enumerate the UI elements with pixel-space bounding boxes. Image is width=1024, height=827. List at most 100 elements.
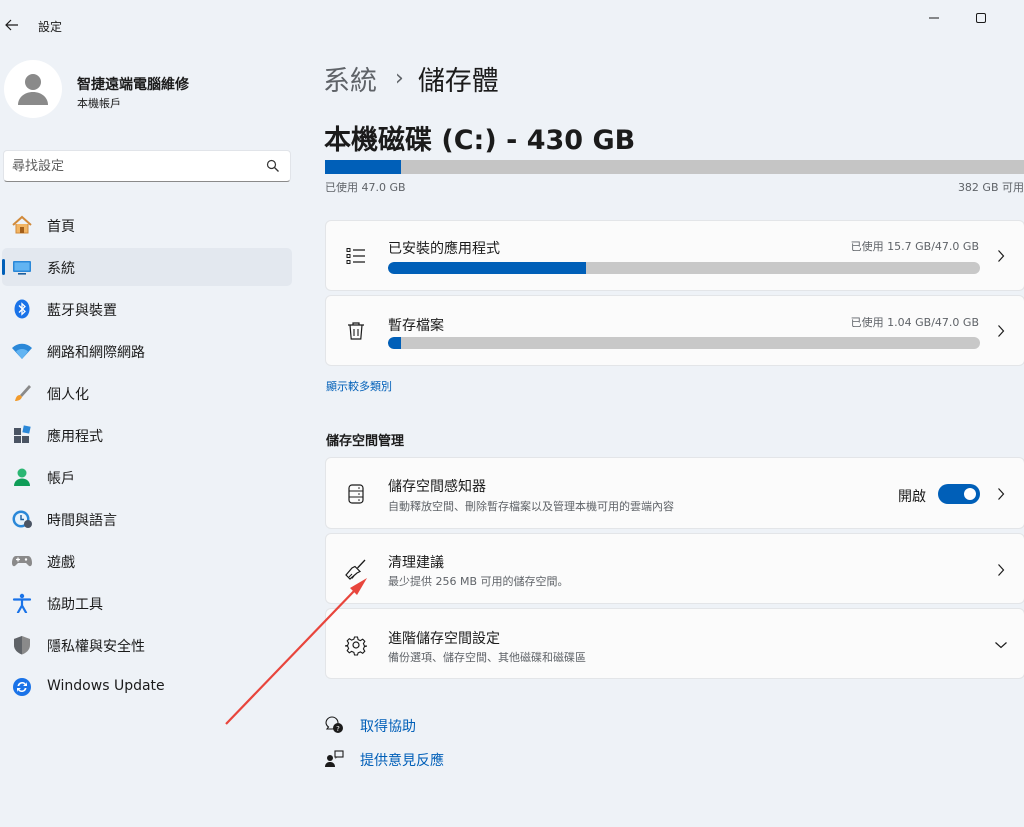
advanced-settings-subtitle: 備份選項、儲存空間、其他磁碟和磁碟區 [388, 651, 586, 664]
sidebar-item-label: 系統 [47, 261, 75, 277]
sidebar-item-gaming[interactable]: 遊戲 [2, 542, 292, 580]
cleanup-subtitle: 最少提供 256 MB 可用的儲存空間。 [388, 575, 569, 588]
breadcrumb-separator: › [395, 65, 404, 91]
gear-icon [344, 633, 368, 657]
back-button[interactable] [2, 14, 22, 36]
sidebar-item-label: 隱私權與安全性 [47, 639, 145, 655]
category-usage-bar [388, 262, 980, 274]
person-icon [11, 467, 33, 487]
broom-icon [344, 558, 368, 582]
breadcrumb-parent-link[interactable]: 系統 [323, 59, 377, 98]
chevron-right-icon [994, 487, 1008, 501]
windows-update-icon [11, 677, 33, 697]
sidebar-item-label: 應用程式 [47, 429, 103, 445]
sidebar-item-label: 遊戲 [47, 555, 75, 571]
storage-management-heading: 儲存空間管理 [326, 434, 405, 449]
drive-usage-fill [325, 160, 402, 174]
category-usage: 已使用 1.04 GB/47.0 GB [850, 316, 979, 329]
sidebar-item-label: 網路和網際網路 [47, 345, 145, 361]
chevron-right-icon [994, 563, 1008, 577]
clock-globe-icon [11, 509, 33, 529]
profile-name: 智捷遠端電腦維修 [77, 77, 189, 93]
category-installed-apps[interactable]: 已安裝的應用程式 已使用 15.7 GB/47.0 GB [325, 220, 1024, 291]
profile-account-type: 本機帳戶 [77, 97, 121, 110]
storage-sense-toggle-label: 開啟 [898, 489, 926, 505]
wifi-icon [11, 341, 33, 361]
sidebar-item-bluetooth[interactable]: 藍牙與裝置 [2, 290, 292, 328]
chevron-right-icon [994, 324, 1008, 338]
drive-free-label: 382 GB 可用 [957, 181, 1024, 194]
accessibility-icon [11, 593, 33, 613]
maximize-icon [976, 13, 986, 23]
sidebar-item-privacy[interactable]: 隱私權與安全性 [2, 626, 292, 664]
chevron-down-icon [994, 638, 1008, 652]
category-usage: 已使用 15.7 GB/47.0 GB [850, 240, 979, 253]
advanced-settings-title: 進階儲存空間設定 [388, 631, 500, 647]
sidebar-item-time-language[interactable]: 時間與語言 [2, 500, 292, 538]
category-title: 已安裝的應用程式 [388, 241, 500, 257]
search-icon[interactable] [266, 159, 280, 173]
page-title: 儲存體 [417, 65, 499, 97]
sidebar-item-label: 帳戶 [47, 471, 75, 487]
cleanup-recommendations-card[interactable]: 清理建議 最少提供 256 MB 可用的儲存空間。 [325, 533, 1024, 604]
category-temporary-files[interactable]: 暫存檔案 已使用 1.04 GB/47.0 GB [325, 295, 1024, 366]
storage-sense-subtitle: 自動釋放空間、刪除暫存檔案以及管理本機可用的雲端內容 [388, 500, 674, 513]
search-input[interactable] [12, 151, 252, 181]
breadcrumb: 系統 › 儲存體 [323, 58, 499, 98]
app-title: 設定 [38, 20, 63, 34]
cleanup-title: 清理建議 [388, 555, 444, 571]
user-profile[interactable]: 智捷遠端電腦維修 本機帳戶 [0, 58, 300, 128]
drive-usage-bar [325, 160, 1024, 174]
selection-indicator [2, 259, 5, 275]
sidebar-item-windows-update[interactable]: Windows Update [2, 668, 292, 706]
gamepad-icon [11, 551, 33, 571]
brush-icon [11, 383, 33, 403]
minimize-button[interactable] [911, 6, 957, 30]
sidebar-item-accessibility[interactable]: 協助工具 [2, 584, 292, 622]
sidebar-item-home[interactable]: 首頁 [2, 206, 292, 244]
help-chat-icon: ? [325, 716, 343, 733]
bluetooth-icon [11, 299, 33, 319]
user-avatar-icon [18, 74, 48, 105]
category-title: 暫存檔案 [388, 318, 444, 334]
drive-used-label: 已使用 47.0 GB [325, 181, 406, 194]
category-usage-fill [388, 262, 586, 274]
get-help-label: 取得協助 [360, 719, 416, 735]
apps-icon [11, 425, 33, 445]
storage-sense-title: 儲存空間感知器 [388, 479, 486, 495]
drive-title: 本機磁碟 (C:) - 430 GB [324, 125, 636, 156]
maximize-button[interactable] [958, 6, 1004, 30]
sidebar-item-label: 協助工具 [47, 597, 103, 613]
storage-sense-toggle[interactable] [938, 484, 980, 504]
sidebar-item-label: Windows Update [47, 678, 165, 694]
home-icon [11, 215, 33, 235]
minimize-icon [929, 17, 939, 19]
trash-icon [344, 319, 368, 343]
sidebar-item-accounts[interactable]: 帳戶 [2, 458, 292, 496]
storage-sense-card[interactable]: 儲存空間感知器 自動釋放空間、刪除暫存檔案以及管理本機可用的雲端內容 開啟 [325, 457, 1024, 529]
sidebar-item-label: 首頁 [47, 219, 75, 235]
sidebar-item-apps[interactable]: 應用程式 [2, 416, 292, 454]
sidebar-item-network[interactable]: 網路和網際網路 [2, 332, 292, 370]
title-bar: 設定 [0, 0, 1024, 48]
sidebar-item-system[interactable]: 系統 [2, 248, 292, 286]
storage-drive-icon [344, 482, 368, 506]
system-icon [11, 257, 33, 277]
toggle-knob [964, 488, 976, 500]
category-usage-bar [388, 337, 980, 349]
back-arrow-icon [5, 19, 18, 31]
avatar [4, 60, 62, 118]
sidebar-item-label: 時間與語言 [47, 513, 117, 529]
give-feedback-label: 提供意見反應 [360, 753, 444, 769]
search-box [3, 150, 291, 182]
shield-icon [11, 635, 33, 655]
category-usage-fill [388, 337, 402, 349]
feedback-icon [325, 750, 344, 767]
show-more-categories-link[interactable]: 顯示較多類別 [326, 378, 392, 394]
list-icon [344, 244, 368, 268]
chevron-right-icon [994, 249, 1008, 263]
sidebar-item-label: 藍牙與裝置 [47, 303, 117, 319]
sidebar-item-personalization[interactable]: 個人化 [2, 374, 292, 412]
advanced-storage-settings-card[interactable]: 進階儲存空間設定 備份選項、儲存空間、其他磁碟和磁碟區 [325, 608, 1024, 679]
svg-text:?: ? [336, 725, 340, 733]
